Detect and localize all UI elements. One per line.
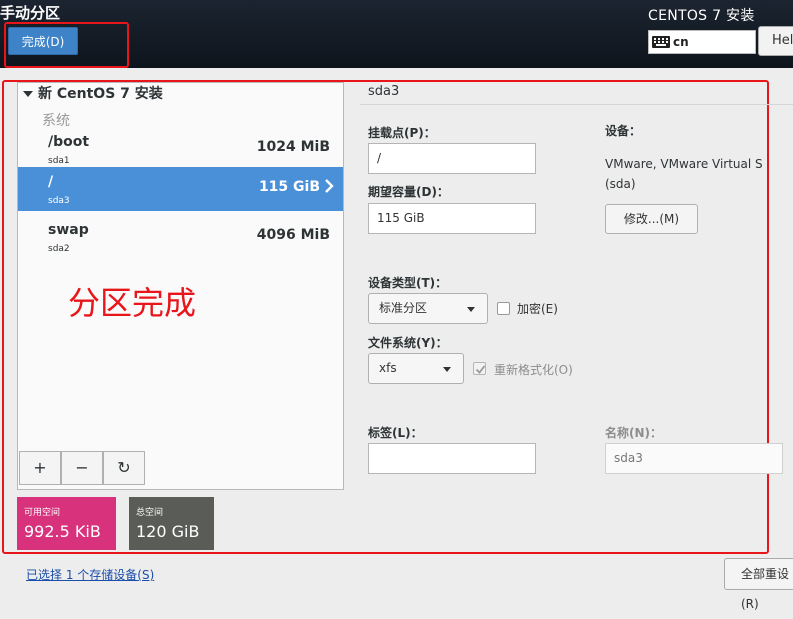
mount-point-label: 挂载点(P)： [368, 126, 436, 140]
partition-mount: /boot [48, 134, 90, 150]
encrypt-label: 加密(E) [517, 302, 558, 316]
add-partition-button[interactable]: + [19, 451, 61, 485]
annotation-text: 分区完成 [68, 284, 197, 322]
name-input[interactable]: sda3 [605, 443, 783, 474]
dropdown-arrow-icon [467, 307, 475, 312]
device-type-value: 标准分区 [379, 301, 428, 315]
system-group-label: 系统 [42, 113, 70, 129]
device-info: VMware, VMware Virtual S (sda) [605, 154, 763, 194]
collapse-arrow-icon[interactable] [23, 91, 33, 97]
refresh-button[interactable]: ↻ [103, 451, 145, 485]
storage-devices-link[interactable]: 已选择 1 个存储设备(S) [26, 566, 154, 583]
available-space-label: 可用空间 [24, 508, 61, 518]
filesystem-label: 文件系统(Y)： [368, 336, 448, 350]
filesystem-select[interactable]: xfs [368, 353, 464, 384]
partition-size: 1024 MiB [256, 139, 330, 155]
available-space-badge: 可用空间 992.5 KiB [17, 497, 116, 550]
partition-device: sda3 [48, 196, 70, 206]
filesystem-value: xfs [379, 361, 397, 375]
page-title: 手动分区 [0, 4, 61, 22]
partition-row-swap[interactable]: swap sda2 4096 MiB [18, 219, 343, 263]
available-space-value: 992.5 KiB [24, 522, 101, 541]
partition-row-root[interactable]: / sda3 115 GiB [18, 167, 343, 211]
name-label: 名称(N)： [605, 426, 663, 440]
total-space-value: 120 GiB [136, 522, 200, 541]
device-name: VMware, VMware Virtual S [605, 157, 763, 171]
partition-mount: swap [48, 222, 89, 238]
partition-device: sda2 [48, 244, 70, 254]
reformat-label: 重新格式化(O) [494, 363, 573, 377]
device-type-select[interactable]: 标准分区 [368, 293, 488, 324]
keyboard-icon [652, 36, 670, 48]
capacity-input[interactable]: 115 GiB [368, 203, 536, 234]
product-title: CENTOS 7 安装 [648, 8, 755, 24]
reformat-checkbox[interactable] [473, 362, 486, 375]
help-button[interactable]: Help! [758, 26, 793, 56]
dropdown-arrow-icon [443, 367, 451, 372]
device-type-label: 设备类型(T)： [368, 276, 448, 290]
partition-size: 115 GiB [258, 179, 320, 195]
tag-label: 标签(L)： [368, 426, 423, 440]
install-heading: 新 CentOS 7 安装 [38, 86, 163, 102]
partition-device: sda1 [48, 156, 70, 166]
total-space-label: 总空间 [136, 508, 164, 518]
tag-input[interactable] [368, 443, 536, 474]
divider [360, 104, 793, 105]
chevron-right-icon [325, 179, 334, 193]
remove-partition-button[interactable]: − [61, 451, 103, 485]
device-label: 设备： [605, 124, 642, 138]
partition-toolbar: + − ↻ [19, 451, 147, 487]
encrypt-checkbox[interactable] [497, 302, 510, 315]
keyboard-layout-label: cn [673, 35, 689, 49]
annotation-box-done [4, 22, 129, 68]
reset-all-button[interactable]: 全部重设(R) [724, 558, 793, 611]
device-id: (sda) [605, 177, 636, 191]
modify-button[interactable]: 修改...(M) [605, 204, 698, 234]
check-icon [475, 365, 486, 374]
mount-point-input[interactable]: / [368, 143, 536, 174]
partition-size: 4096 MiB [256, 227, 330, 243]
partition-mount: / [48, 174, 54, 190]
selected-device-title: sda3 [368, 84, 400, 99]
capacity-label: 期望容量(D)： [368, 185, 449, 199]
keyboard-layout-indicator[interactable]: cn [648, 30, 756, 54]
total-space-badge: 总空间 120 GiB [129, 497, 214, 550]
